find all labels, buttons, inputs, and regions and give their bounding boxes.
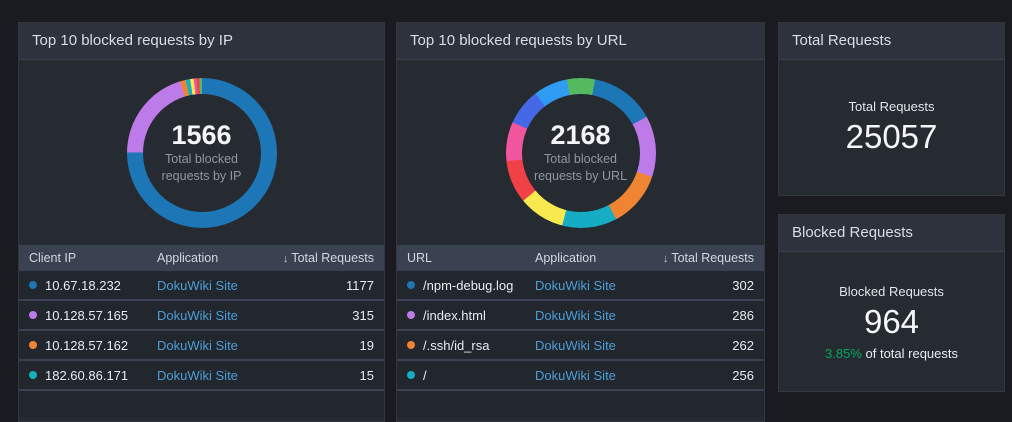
request-count: 315 <box>266 308 374 323</box>
client-ip: 10.128.57.165 <box>45 308 128 323</box>
series-dot-icon <box>407 341 415 349</box>
metric-label: Total Requests <box>849 99 935 114</box>
sort-desc-icon: ↓ <box>663 253 669 265</box>
col-header-total-requests[interactable]: ↓Total Requests <box>646 251 754 265</box>
table-header-ip: Client IP Application ↓Total Requests <box>19 245 384 271</box>
col-header-application[interactable]: Application <box>535 251 646 265</box>
panel-title-blocked-by-url: Top 10 blocked requests by URL <box>397 23 764 60</box>
url-path: / <box>423 368 427 383</box>
donut-subtitle: requests by IP <box>162 168 242 185</box>
donut-subtitle: Total blocked <box>544 151 617 168</box>
application-link[interactable]: DokuWiki Site <box>157 368 238 383</box>
panel-title-blocked-by-ip: Top 10 blocked requests by IP <box>19 23 384 60</box>
donut-center-ip: 1566 Total blocked requests by IP <box>127 78 277 228</box>
donut-total-value: 1566 <box>171 120 231 151</box>
table-row: / DokuWiki Site 256 <box>397 361 764 391</box>
series-dot-icon <box>29 371 37 379</box>
series-dot-icon <box>29 281 37 289</box>
donut-total-value: 2168 <box>550 120 610 151</box>
col-header-total-requests-label: Total Requests <box>291 251 374 265</box>
request-count: 262 <box>646 338 754 353</box>
table-row: /.ssh/id_rsa DokuWiki Site 262 <box>397 331 764 361</box>
donut-subtitle: Total blocked <box>165 151 238 168</box>
url-path: /npm-debug.log <box>423 278 513 293</box>
metric-total-requests: Total Requests 25057 <box>779 60 1004 196</box>
application-link[interactable]: DokuWiki Site <box>535 278 616 293</box>
col-header-total-requests-label: Total Requests <box>671 251 754 265</box>
client-ip: 182.60.86.171 <box>45 368 128 383</box>
table-row: /index.html DokuWiki Site 286 <box>397 301 764 331</box>
panel-blocked-by-url: Top 10 blocked requests by URL 2168 Tota… <box>396 22 765 422</box>
panel-title-total-requests: Total Requests <box>779 23 1004 60</box>
url-path: /.ssh/id_rsa <box>423 338 489 353</box>
donut-chart-url[interactable]: 2168 Total blocked requests by URL <box>506 78 656 228</box>
panel-blocked-requests: Blocked Requests Blocked Requests 964 3.… <box>778 214 1005 392</box>
client-ip: 10.128.57.162 <box>45 338 128 353</box>
donut-viz-ip: 1566 Total blocked requests by IP <box>19 60 384 245</box>
table-row-partial <box>19 391 384 417</box>
col-header-application[interactable]: Application <box>157 251 266 265</box>
table-row: 10.128.57.162 DokuWiki Site 19 <box>19 331 384 361</box>
request-count: 1177 <box>266 278 374 293</box>
application-link[interactable]: DokuWiki Site <box>157 338 238 353</box>
panel-blocked-by-ip: Top 10 blocked requests by IP 1566 Total… <box>18 22 385 422</box>
table-header-url: URL Application ↓Total Requests <box>397 245 764 271</box>
request-count: 256 <box>646 368 754 383</box>
donut-viz-url: 2168 Total blocked requests by URL <box>397 60 764 245</box>
percent-value: 3.85% <box>825 346 862 361</box>
url-path: /index.html <box>423 308 486 323</box>
donut-center-url: 2168 Total blocked requests by URL <box>506 78 656 228</box>
series-dot-icon <box>407 311 415 319</box>
series-dot-icon <box>29 341 37 349</box>
metric-blocked-requests: Blocked Requests 964 3.85% of total requ… <box>779 252 1004 392</box>
col-header-client-ip[interactable]: Client IP <box>29 251 157 265</box>
request-count: 286 <box>646 308 754 323</box>
request-count: 15 <box>266 368 374 383</box>
application-link[interactable]: DokuWiki Site <box>535 308 616 323</box>
col-header-total-requests[interactable]: ↓Total Requests <box>266 251 374 265</box>
donut-chart-ip[interactable]: 1566 Total blocked requests by IP <box>127 78 277 228</box>
application-link[interactable]: DokuWiki Site <box>535 368 616 383</box>
table-row: 10.67.18.232 DokuWiki Site 1177 <box>19 271 384 301</box>
table-row: 10.128.57.165 DokuWiki Site 315 <box>19 301 384 331</box>
series-dot-icon <box>407 371 415 379</box>
percent-suffix: of total requests <box>866 346 959 361</box>
metric-percent-line: 3.85% of total requests <box>825 346 958 361</box>
table-row: /npm-debug.log DokuWiki Site 302 <box>397 271 764 301</box>
table-row: 182.60.86.171 DokuWiki Site 15 <box>19 361 384 391</box>
donut-subtitle: requests by URL <box>534 168 627 185</box>
series-dot-icon <box>29 311 37 319</box>
series-dot-icon <box>407 281 415 289</box>
panel-total-requests: Total Requests Total Requests 25057 <box>778 22 1005 196</box>
request-count: 19 <box>266 338 374 353</box>
metric-label: Blocked Requests <box>839 284 944 299</box>
application-link[interactable]: DokuWiki Site <box>157 278 238 293</box>
application-link[interactable]: DokuWiki Site <box>535 338 616 353</box>
panel-title-blocked-requests: Blocked Requests <box>779 215 1004 252</box>
sort-desc-icon: ↓ <box>283 253 289 265</box>
metric-value: 25057 <box>846 117 938 157</box>
request-count: 302 <box>646 278 754 293</box>
table-row-partial <box>397 391 764 417</box>
metric-value: 964 <box>864 302 919 342</box>
col-header-url[interactable]: URL <box>407 251 535 265</box>
application-link[interactable]: DokuWiki Site <box>157 308 238 323</box>
client-ip: 10.67.18.232 <box>45 278 121 293</box>
